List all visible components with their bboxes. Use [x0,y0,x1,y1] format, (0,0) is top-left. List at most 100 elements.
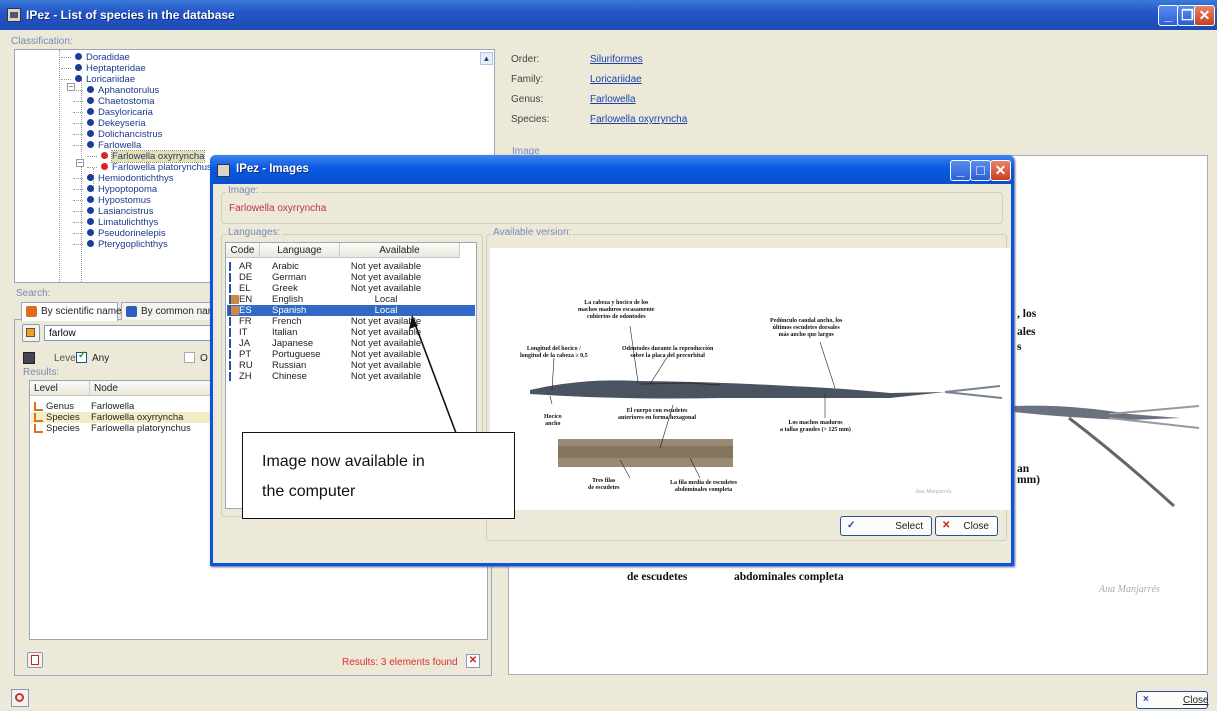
flag-icon [229,295,239,304]
tree-node[interactable]: Hypoptopoma [87,184,157,195]
tree-node[interactable]: Hypostomus [87,195,151,206]
language-row-ru[interactable]: RU Russian Not yet available [227,360,475,371]
language-row-en[interactable]: EN English Local [227,294,475,305]
language-row-el[interactable]: EL Greek Not yet available [227,283,475,294]
tree-node[interactable]: Chaetostoma [87,96,155,107]
main-close-button[interactable]: × Close [1136,691,1209,709]
dialog-close-x-button[interactable]: ✕ [990,160,1011,181]
tree-node-label: Pseudorinelepis [98,228,166,239]
select-button[interactable]: ✓ Select [840,516,932,536]
close-icon: × [1143,694,1149,705]
language-availability: Not yet available [350,261,422,272]
tree-node[interactable]: Farlowella platorynchus [101,162,212,173]
species-label: Species: [511,114,550,125]
download-icon [229,339,239,348]
tree-node[interactable]: Hemiodontichthys [87,173,174,184]
dialog-minimize-button[interactable]: _ [950,160,971,181]
taxon-dot-icon [101,163,108,170]
order-link[interactable]: Siluriformes [590,54,643,65]
dialog-image-value: Farlowella oxyrryncha [229,203,327,214]
language-row-de[interactable]: DE German Not yet available [227,272,475,283]
minimize-button[interactable]: _ [1158,5,1179,26]
fig-label-middle-row: La fila media de escudetes abdominales co… [670,480,737,493]
download-icon [229,317,239,326]
tree-node[interactable]: Limatulichthys [87,217,158,228]
tree-node-label: Farlowella platorynchus [112,162,212,173]
language-row-fr[interactable]: FR French Not yet available [227,316,475,327]
language-row-ar[interactable]: AR Arabic Not yet available [227,261,475,272]
language-row-es[interactable]: ES Spanish Local [227,305,475,316]
fig-signature: Ana Manjarrés [915,489,952,495]
annotation-line-1: Image now available in [262,453,425,470]
language-code: ES [239,305,252,316]
language-availability: Not yet available [350,316,422,327]
genus-link[interactable]: Farlowella [590,94,636,105]
tree-node[interactable]: Loricariidae [75,74,135,85]
tree-node[interactable]: Lasiancistrus [87,206,153,217]
other-level-checkbox[interactable] [184,352,195,363]
language-row-pt[interactable]: PT Portuguese Not yet available [227,349,475,360]
family-label: Family: [511,74,544,85]
language-code: RU [239,360,253,371]
col-code-header[interactable]: Code [226,243,260,258]
export-results-button[interactable] [27,652,43,668]
language-availability: Local [374,294,398,305]
col-available-header[interactable]: Available [340,243,460,258]
tree-node[interactable]: Dolichancistrus [87,129,162,140]
tree-node[interactable]: Heptapteridae [75,63,146,74]
tree-node[interactable]: Pterygoplichthys [87,239,168,250]
tree-node[interactable]: Farlowella oxyrryncha [101,150,206,163]
tree-node-label: Dekeyseria [98,118,146,129]
language-code: DE [239,272,253,283]
tree-node-label: Aphanotorulus [98,85,160,96]
language-name: English [272,294,304,305]
clear-results-button[interactable]: ✕ [466,654,480,668]
fish-figure [530,325,1003,479]
species-link[interactable]: Farlowella oxyrryncha [590,114,687,125]
dialog-maximize-button[interactable]: □ [970,160,991,181]
tree-scroll-up[interactable]: ▲ [480,52,493,65]
tree-node[interactable]: Aphanotorulus [87,85,159,96]
main-titlebar: IPez - List of species in the database _… [0,0,1217,30]
language-name: Japanese [272,338,314,349]
tree-node[interactable]: Pseudorinelepis [87,228,166,239]
download-icon [229,328,239,337]
order-label: Order: [511,54,540,65]
close-window-button[interactable]: ✕ [1194,5,1215,26]
tree-node-label: Dasyloricaria [98,107,153,118]
language-code: EL [239,283,251,294]
result-level-icon [34,402,43,411]
col-language-header[interactable]: Language [260,243,340,258]
taxon-dot-icon [87,108,94,115]
taxon-dot-icon [87,240,94,247]
result-level: Species [46,423,80,434]
tree-node-label: Limatulichthys [98,217,159,228]
language-name: German [272,272,307,283]
fig-label-peduncle: Pedúnculo caudal ancho, los últimos escud… [770,318,843,338]
tree-node[interactable]: Dekeyseria [87,118,146,129]
fig-label-body: El cuerpo con escudetes anteriores en for… [618,408,697,421]
tab-by-scientific-name[interactable]: By scientific name [21,302,122,321]
tree-node[interactable]: Dasyloricaria [87,107,153,118]
search-tool-button[interactable] [22,324,40,342]
family-link[interactable]: Loricariidae [590,74,642,85]
language-code: AR [239,261,253,272]
col-level-header[interactable]: Level [30,381,90,396]
export-icon [31,655,39,665]
tree-node[interactable]: Doradidae [75,52,130,63]
bg-text-7: abdominales completa [734,571,844,583]
language-row-zh[interactable]: ZH Chinese Not yet available [227,371,475,382]
dialog-close-button[interactable]: ✕ Close [935,516,998,536]
zoom-tool-button[interactable] [11,689,29,707]
tree-node-label: Hypostomus [98,195,151,206]
language-row-it[interactable]: IT Italian Not yet available [227,327,475,338]
tree-node[interactable]: Farlowella [87,140,141,151]
tab-by-common-name[interactable]: By common nam [121,302,212,320]
download-icon [229,372,239,381]
close-icon: ✕ [942,520,951,531]
expand-farlowella[interactable]: − [76,159,84,167]
search-input[interactable] [44,325,214,341]
language-code: IT [239,327,248,338]
any-level-checkbox[interactable] [76,350,87,363]
language-row-ja[interactable]: JA Japanese Not yet available [227,338,475,349]
